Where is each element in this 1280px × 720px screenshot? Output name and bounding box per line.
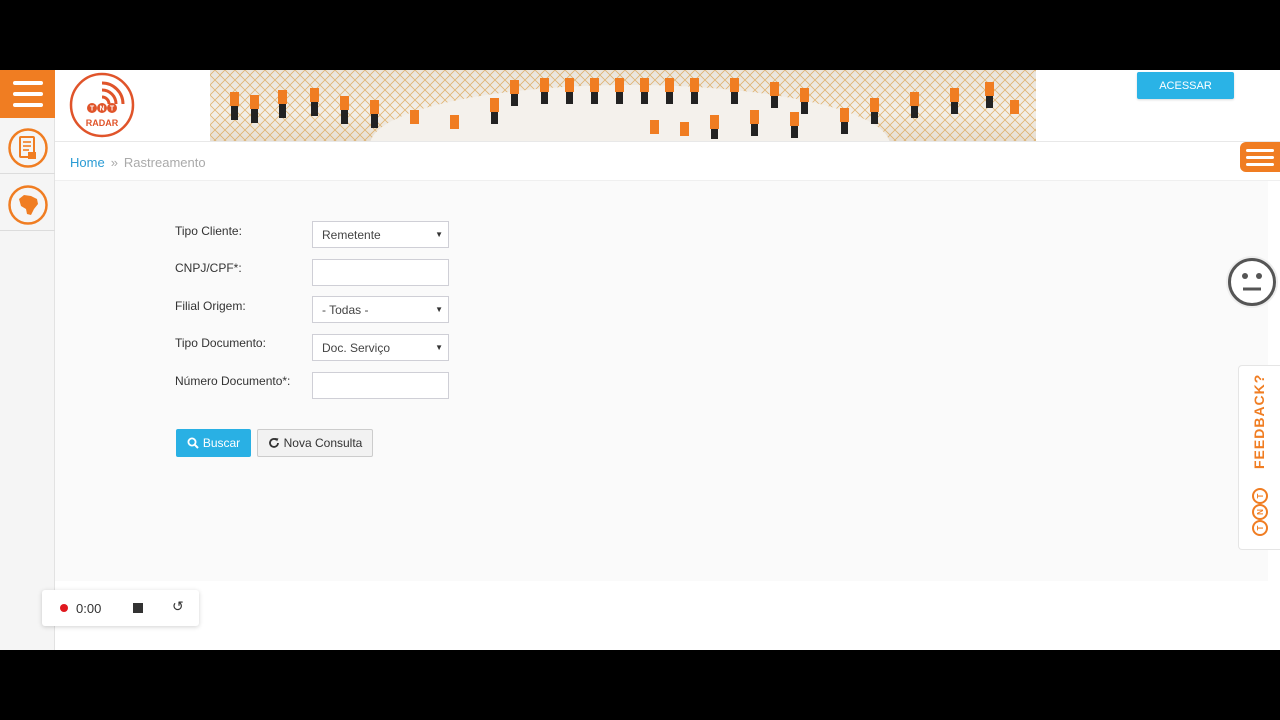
buscar-label: Buscar xyxy=(202,436,241,450)
filial-origem-value: - Todas - xyxy=(322,302,369,317)
cnpj-cpf-label: CNPJ/CPF*: xyxy=(175,261,242,275)
filial-origem-select[interactable]: - Todas - xyxy=(312,296,449,323)
menu-icon-bar xyxy=(12,103,43,107)
nova-consulta-button[interactable]: Nova Consulta xyxy=(257,429,373,457)
recorder-widget: 0:00 ↺ xyxy=(42,590,199,626)
svg-text:T: T xyxy=(1256,493,1265,498)
menu-icon-bar xyxy=(1246,155,1274,159)
app-frame: T N T RADAR ACESSAR Home » Rastreamento … xyxy=(0,70,1280,650)
rail-item-documents[interactable] xyxy=(0,122,55,174)
svg-text:T: T xyxy=(1256,525,1265,530)
breadcrumb-home-link[interactable]: Home xyxy=(70,155,105,170)
nova-consulta-label: Nova Consulta xyxy=(283,436,363,450)
buscar-button[interactable]: Buscar xyxy=(176,429,251,457)
header: T N T RADAR ACESSAR xyxy=(55,70,1280,142)
menu-icon-bar xyxy=(1246,148,1274,152)
svg-text:RADAR: RADAR xyxy=(86,118,119,128)
breadcrumb-current: Rastreamento xyxy=(123,155,206,170)
search-icon xyxy=(187,437,199,449)
radar-logo[interactable]: T N T RADAR xyxy=(69,72,135,138)
menu-icon-bar xyxy=(12,92,43,96)
feedback-label: FEEDBACK? xyxy=(1251,373,1267,469)
menu-button[interactable] xyxy=(0,70,55,118)
header-banner xyxy=(210,70,1036,141)
brazil-map-icon xyxy=(7,184,48,225)
menu-icon-bar xyxy=(1246,162,1274,166)
neutral-face-icon xyxy=(1242,273,1262,291)
feedback-tab[interactable]: FEEDBACK? T N T xyxy=(1238,365,1280,550)
recorder-time: 0:00 xyxy=(76,600,102,616)
banner-illustration xyxy=(210,70,1036,141)
svg-text:T: T xyxy=(110,106,115,113)
filial-origem-label: Filial Origem: xyxy=(175,299,246,313)
rating-widget[interactable] xyxy=(1228,258,1276,306)
recording-dot-icon xyxy=(60,604,68,612)
rail-item-map[interactable] xyxy=(0,179,55,231)
cnpj-cpf-input[interactable] xyxy=(312,259,449,286)
tipo-documento-value: Doc. Serviço xyxy=(322,340,391,355)
tipo-cliente-select[interactable]: Remetente xyxy=(312,221,449,248)
numero-documento-label: Número Documento*: xyxy=(175,374,291,388)
svg-text:T: T xyxy=(90,106,95,113)
right-menu-button[interactable] xyxy=(1240,142,1280,172)
login-button[interactable]: ACESSAR xyxy=(1137,72,1234,99)
tipo-cliente-label: Tipo Cliente: xyxy=(175,224,242,238)
tnt-logo-icon: T N T xyxy=(1252,488,1268,536)
breadcrumb: Home » Rastreamento xyxy=(70,155,206,170)
left-rail xyxy=(0,70,55,650)
svg-text:N: N xyxy=(99,106,104,113)
breadcrumb-separator: » xyxy=(110,155,118,170)
svg-text:N: N xyxy=(1256,509,1265,515)
tipo-documento-label: Tipo Documento: xyxy=(175,336,266,350)
tipo-cliente-value: Remetente xyxy=(322,227,381,242)
reset-icon[interactable]: ↺ xyxy=(172,598,184,615)
stop-icon[interactable] xyxy=(133,603,143,613)
menu-icon-bar xyxy=(12,81,43,85)
refresh-icon xyxy=(268,438,279,448)
tipo-documento-select[interactable]: Doc. Serviço xyxy=(312,334,449,361)
document-icon xyxy=(7,127,48,168)
numero-documento-input[interactable] xyxy=(312,372,449,399)
